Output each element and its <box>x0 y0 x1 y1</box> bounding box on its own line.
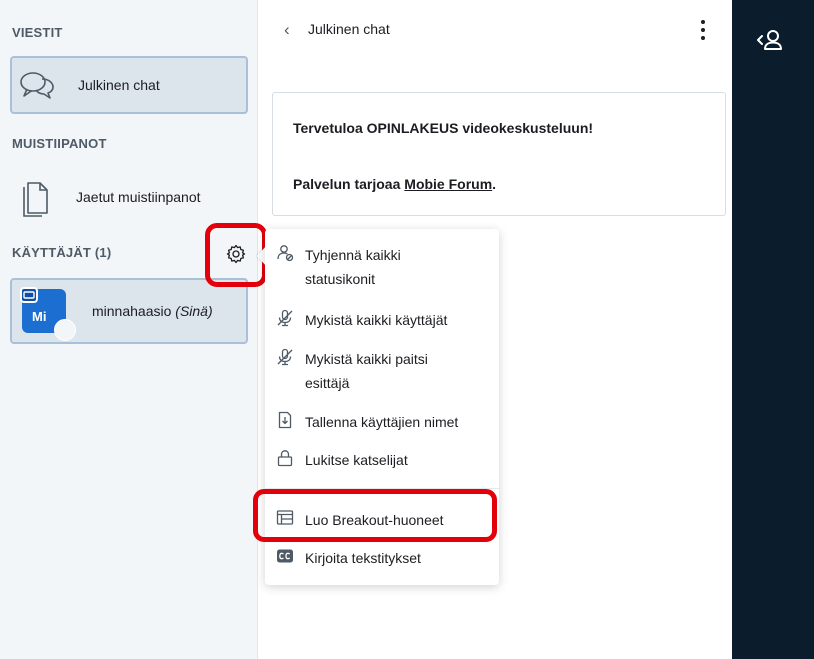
welcome-line-1: Tervetuloa OPINLAKEUS videokeskusteluun! <box>293 120 594 136</box>
menu-item-label-line2: statusikonit <box>305 271 376 287</box>
shared-notes-label: Jaetut muistiinpanot <box>76 189 201 205</box>
public-chat-label: Julkinen chat <box>78 77 160 93</box>
user-you-label: (Sinä) <box>175 303 213 319</box>
sidebar-item-public-chat[interactable]: Julkinen chat <box>10 56 248 114</box>
avatar-initials: Mi <box>32 309 47 324</box>
menu-item-label: Mykistä kaikki paitsi esittäjä <box>305 347 428 395</box>
users-section-title: KÄYTTÄJÄT (1) <box>12 245 112 260</box>
download-icon <box>275 410 295 430</box>
menu-item-mute-all[interactable]: Mykistä kaikki käyttäjät <box>275 308 495 332</box>
avatar: Mi <box>20 287 76 341</box>
back-chevron-icon[interactable]: ‹ <box>284 20 290 40</box>
menu-item-label: Tyhjennä kaikki statusikonit <box>305 243 401 291</box>
user-list-item[interactable]: Mi minnahaasio (Sinä) <box>10 278 248 344</box>
user-name: minnahaasio (Sinä) <box>92 303 213 319</box>
menu-item-label: Kirjoita tekstitykset <box>305 550 421 566</box>
toggle-user-list-icon[interactable] <box>754 28 788 59</box>
menu-item-write-captions[interactable]: Kirjoita tekstitykset <box>275 546 495 570</box>
sidebar: VIESTIT Julkinen chat MUISTIIPANOT Jaetu… <box>0 0 258 659</box>
mute-icon <box>275 347 295 367</box>
clear-status-icon <box>275 243 295 263</box>
status-dot-icon <box>54 319 76 341</box>
menu-item-label: Tallenna käyttäjien nimet <box>305 414 459 430</box>
welcome-line-2-suffix: . <box>492 176 497 192</box>
breakout-highlight-box <box>253 489 497 542</box>
more-options-icon[interactable] <box>696 18 710 42</box>
closed-caption-icon <box>275 546 295 566</box>
documents-icon <box>10 177 60 217</box>
sidebar-item-shared-notes[interactable]: Jaetut muistiinpanot <box>10 170 248 224</box>
menu-item-label: Lukitse katselijat <box>305 452 408 468</box>
mobie-forum-link[interactable]: Mobie Forum <box>404 176 492 192</box>
menu-item-label: Mykistä kaikki käyttäjät <box>305 312 448 328</box>
lock-icon <box>275 448 295 468</box>
welcome-line-2-prefix: Palvelun tarjoaa <box>293 176 405 192</box>
user-name-text: minnahaasio <box>92 303 172 319</box>
presenter-badge-icon <box>20 287 38 303</box>
menu-item-lock-viewers[interactable]: Lukitse katselijat <box>275 448 495 472</box>
menu-item-label-line1: Tyhjennä kaikki <box>305 247 401 263</box>
chat-bubbles-icon <box>12 69 62 101</box>
chat-title: Julkinen chat <box>308 21 390 37</box>
messages-section-title: VIESTIT <box>12 25 63 40</box>
mute-icon <box>275 308 295 328</box>
menu-item-mute-all-except-presenter[interactable]: Mykistä kaikki paitsi esittäjä <box>275 347 495 395</box>
menu-item-label-line2: esittäjä <box>305 375 350 391</box>
welcome-line-2: Palvelun tarjoaa Mobie Forum. <box>293 176 496 192</box>
menu-item-label-line1: Mykistä kaikki paitsi <box>305 351 428 367</box>
menu-item-clear-status[interactable]: Tyhjennä kaikki statusikonit <box>275 243 495 291</box>
notes-section-title: MUISTIIPANOT <box>12 136 107 151</box>
welcome-message: Tervetuloa OPINLAKEUS videokeskusteluun!… <box>272 92 726 216</box>
right-side-panel <box>732 0 814 659</box>
menu-item-save-user-names[interactable]: Tallenna käyttäjien nimet <box>275 410 495 434</box>
